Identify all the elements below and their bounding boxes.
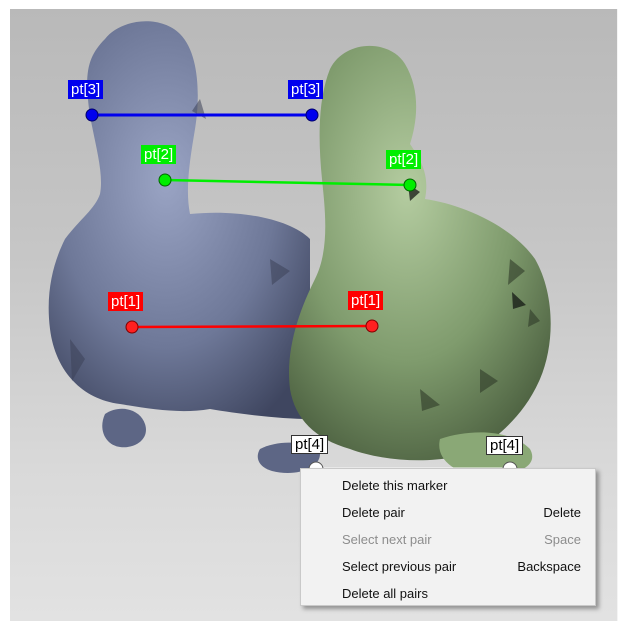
menu-item-shortcut: Backspace [517,559,581,574]
marker-pt4-left-label: pt[4] [291,435,329,454]
marker-pt2-right-label: pt[2] [386,150,422,169]
marker-context-menu: Delete this marker Delete pair Delete Se… [300,468,596,606]
menu-item-select-next-pair: Select next pair Space [301,526,595,553]
marker-pt3-left-label: pt[3] [68,80,104,99]
menu-item-select-previous-pair[interactable]: Select previous pair Backspace [301,553,595,580]
marker-pt3-right-dot[interactable] [305,108,319,122]
menu-item-delete-pair[interactable]: Delete pair Delete [301,499,595,526]
menu-item-shortcut: Delete [543,505,581,520]
marker-pt3-left-dot[interactable] [85,108,99,122]
marker-pt1-left-label: pt[1] [108,292,144,311]
menu-item-label: Delete this marker [342,478,448,493]
marker-pt2-right-dot[interactable] [403,178,417,192]
menu-item-label: Delete all pairs [342,586,428,601]
marker-pt4-right-label: pt[4] [486,436,524,455]
menu-item-delete-this-marker[interactable]: Delete this marker [301,472,595,499]
marker-pt2-left-label: pt[2] [141,145,177,164]
menu-item-delete-all-pairs[interactable]: Delete all pairs [301,580,595,607]
marker-pt1-left-dot[interactable] [125,320,139,334]
menu-item-shortcut: Space [544,532,581,547]
menu-item-label: Delete pair [342,505,405,520]
marker-pt1-right-dot[interactable] [365,319,379,333]
right-scan-model [289,45,551,476]
marker-pt1-right-label: pt[1] [348,291,384,310]
marker-pt2-left-dot[interactable] [158,173,172,187]
menu-item-label: Select next pair [342,532,432,547]
marker-pt3-right-label: pt[3] [288,80,324,99]
menu-item-label: Select previous pair [342,559,457,574]
